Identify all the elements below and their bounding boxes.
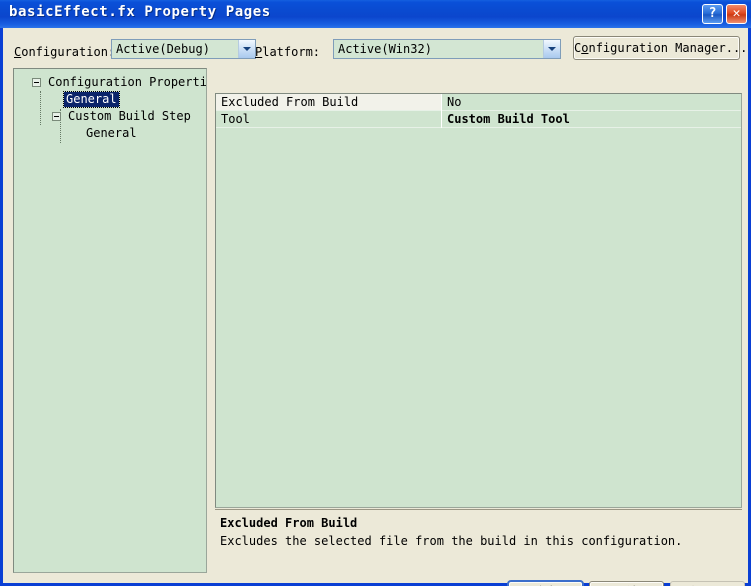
- property-grid[interactable]: Excluded From Build No Tool Custom Build…: [215, 93, 742, 508]
- platform-dropdown[interactable]: Active(Win32): [333, 39, 561, 59]
- dialog-body: Configuration: Active(Debug) Platform: A…: [3, 28, 748, 586]
- tree-node-label: Configuration Properties: [48, 75, 207, 89]
- tree-node-label: General: [63, 91, 120, 108]
- title-bar: basicEffect.fx Property Pages ? ✕: [0, 0, 751, 28]
- window-title: basicEffect.fx Property Pages: [9, 4, 271, 20]
- table-row[interactable]: Excluded From Build No: [216, 94, 741, 111]
- config-manager-label-rest: nfiguration Manager...: [588, 41, 748, 55]
- configuration-label: Configuration:: [14, 45, 115, 59]
- table-row[interactable]: Tool Custom Build Tool: [216, 111, 741, 128]
- collapse-icon[interactable]: [32, 78, 41, 87]
- platform-label-rest: latform:: [262, 45, 321, 59]
- tree-node-general[interactable]: General: [20, 91, 120, 108]
- property-value[interactable]: No: [444, 94, 741, 110]
- property-name: Excluded From Build: [216, 94, 441, 110]
- platform-value: Active(Win32): [338, 42, 432, 56]
- apply-button[interactable]: 应用(A): [670, 581, 745, 586]
- configuration-dropdown[interactable]: Active(Debug): [111, 39, 256, 59]
- tree-node-configuration-properties[interactable]: Configuration Properties: [20, 75, 207, 90]
- tree-node-label: Custom Build Step: [68, 109, 191, 123]
- tree-node-custom-build-step[interactable]: Custom Build Step: [20, 109, 193, 124]
- property-pages-window: basicEffect.fx Property Pages ? ✕ Config…: [0, 0, 751, 586]
- collapse-icon[interactable]: [52, 112, 61, 121]
- description-title: Excluded From Build: [220, 516, 358, 530]
- description-pane: Excluded From Build Excludes the selecte…: [215, 509, 742, 571]
- properties-tree[interactable]: Configuration Properties General Custom …: [13, 68, 207, 573]
- ok-button[interactable]: 确定: [508, 581, 583, 586]
- platform-label: Platform:: [255, 45, 320, 59]
- help-icon[interactable]: ?: [702, 4, 723, 24]
- grid-left-rail: [216, 94, 219, 507]
- property-name: Tool: [221, 112, 250, 126]
- tree-node-custom-build-general[interactable]: General: [20, 126, 139, 141]
- configuration-manager-button[interactable]: Configuration Manager...: [573, 36, 747, 60]
- description-text: Excludes the selected file from the buil…: [220, 534, 683, 548]
- grid-column-splitter[interactable]: [441, 94, 442, 111]
- grid-column-splitter[interactable]: [441, 111, 442, 128]
- chevron-down-icon[interactable]: [543, 40, 560, 58]
- chevron-down-icon[interactable]: [238, 40, 255, 58]
- configuration-value: Active(Debug): [116, 42, 210, 56]
- cancel-button[interactable]: 取消: [589, 581, 664, 586]
- configuration-label-rest: onfiguration:: [21, 45, 116, 59]
- close-icon[interactable]: ✕: [726, 4, 747, 24]
- tree-node-label: General: [86, 126, 137, 140]
- property-value[interactable]: Custom Build Tool: [444, 111, 741, 127]
- configuration-bar: Configuration: Active(Debug) Platform: A…: [3, 28, 748, 68]
